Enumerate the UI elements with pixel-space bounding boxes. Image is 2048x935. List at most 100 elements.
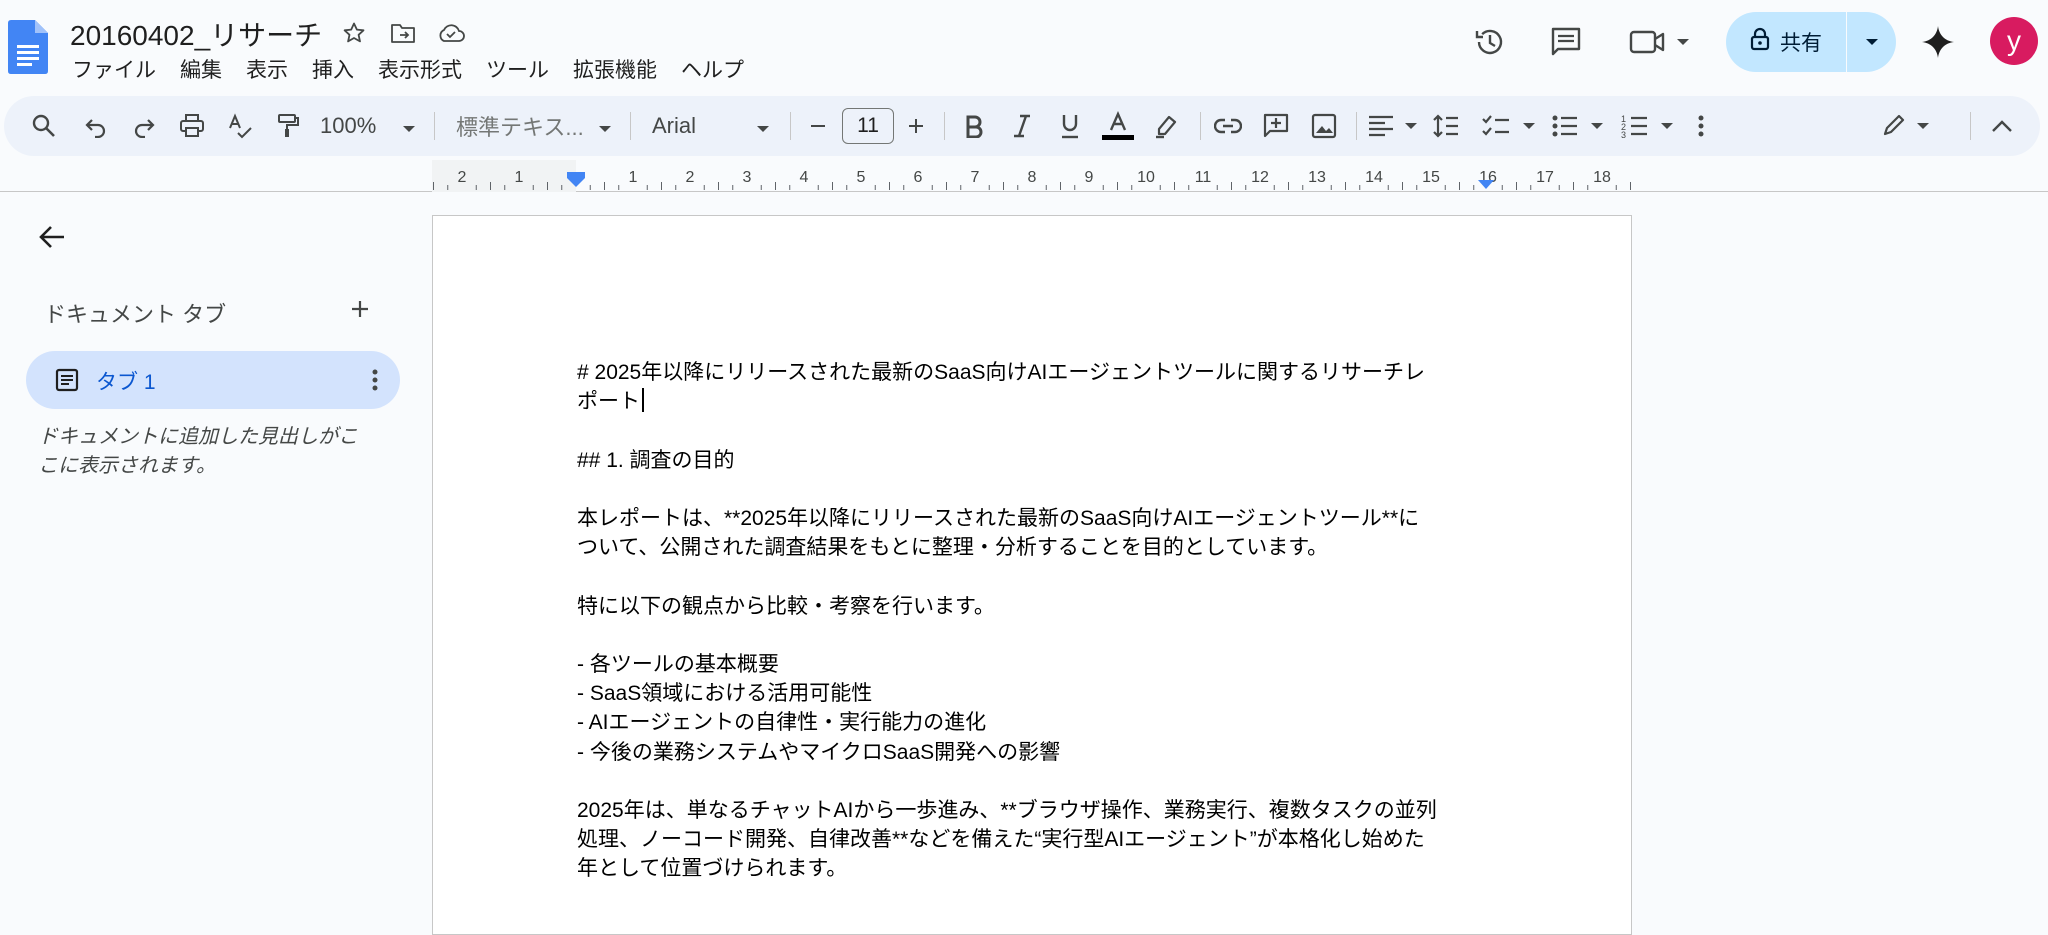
document-body[interactable]: # 2025年以降にリリースされた最新のSaaS向けAIエージェントツールに関す… [577,358,1477,884]
toolbar-divider [944,112,945,140]
bulleted-list-select[interactable] [1548,104,1610,148]
toolbar-divider [1356,112,1357,140]
add-comment-icon[interactable] [1254,104,1298,148]
ruler-label: 10 [1137,169,1155,186]
menu-format[interactable]: 表示形式 [366,50,474,88]
print-icon[interactable] [170,104,214,148]
lock-icon [1750,27,1770,57]
toolbar-divider [630,112,631,140]
comments-icon[interactable] [1544,20,1588,64]
sidebar-item-tab-1[interactable]: タブ 1 [26,351,400,409]
list-item: - 各ツールの基本概要 [577,652,779,676]
docs-logo-icon[interactable] [8,20,48,74]
menu-help[interactable]: ヘルプ [669,50,756,88]
increase-font-size-icon[interactable] [898,104,934,148]
gemini-spark-icon[interactable] [1916,20,1960,64]
search-menus-icon[interactable] [22,104,66,148]
redo-icon[interactable] [122,104,166,148]
ruler-label: 5 [857,169,866,186]
more-options-icon[interactable] [1684,104,1718,148]
share-button[interactable]: 共有 [1726,12,1896,72]
chevron-down-icon [402,121,416,139]
menu-view[interactable]: 表示 [234,50,300,88]
avatar[interactable]: y [1990,17,2038,65]
text-color-icon[interactable] [1096,104,1140,148]
back-arrow-icon[interactable] [28,213,76,261]
paragraph-line: ついて、公開された調査結果をもとに整理・分析することを目的としています。 [577,536,1329,560]
paragraph-line: 本レポートは、**2025年以降にリリースされた最新のSaaS向けAIエージェン… [577,506,1420,530]
menu-insert[interactable]: 挿入 [300,50,366,88]
svg-text:3: 3 [1621,130,1626,139]
highlight-color-icon[interactable] [1144,104,1188,148]
menu-tools[interactable]: ツール [474,50,561,88]
document-page[interactable]: # 2025年以降にリリースされた最新のSaaS向けAIエージェントツールに関す… [432,215,1632,935]
insert-image-icon[interactable] [1302,104,1346,148]
doc-title-text: ポート [577,390,640,414]
outline-hint: ドキュメントに追加した見出しがここに表示されます。 [38,426,358,477]
meet-icon[interactable] [1626,20,1696,64]
font-select[interactable]: Arial [652,104,780,148]
share-label: 共有 [1780,32,1822,55]
header: 20160402_リサーチ ファイル 編集 表示 挿入 表示形式 ツール 拡張機… [0,0,2048,92]
align-select[interactable] [1364,104,1422,148]
paragraph-line: 特に以下の観点から比較・考察を行います。 [577,594,995,618]
editing-mode-select[interactable] [1878,104,1938,148]
move-folder-icon[interactable] [388,18,418,48]
menu-file[interactable]: ファイル [60,50,168,88]
paint-format-icon[interactable] [266,104,310,148]
numbered-list-select[interactable]: 123 [1618,104,1680,148]
cloud-status-icon[interactable] [436,18,466,48]
insert-link-icon[interactable] [1206,104,1250,148]
ruler-label: 2 [458,169,467,186]
collapse-menus-icon[interactable] [1980,104,2024,148]
ruler-label: 7 [971,169,980,186]
bold-icon[interactable] [952,104,996,148]
ruler-label: 18 [1593,169,1611,186]
add-tab-icon[interactable] [340,289,380,329]
document-tabs-sidebar: ドキュメント タブ タブ 1 ドキュメントに追加した見出しがここに表示されます。 [0,193,430,912]
section-heading: ## 1. 調査の目的 [577,448,735,472]
share-dropdown[interactable] [1847,12,1896,72]
tab-label: タブ 1 [96,371,156,394]
zoom-select[interactable]: 100% [320,104,420,148]
decrease-font-size-icon[interactable] [800,104,836,148]
toolbar-divider [790,112,791,140]
checklist-select[interactable] [1478,104,1540,148]
style-select[interactable]: 標準テキス... [456,104,618,148]
ruler-label: 15 [1422,169,1440,186]
undo-icon[interactable] [74,104,118,148]
menu-extensions[interactable]: 拡張機能 [561,50,669,88]
ruler-label: 1 [629,169,638,186]
font-value: Arial [652,113,697,138]
ruler[interactable]: 2 1 1 2 3 4 5 6 7 8 9 10 11 12 13 14 15 16 17 18 [0,160,2048,192]
document-tab-icon [52,365,82,395]
italic-icon[interactable] [1000,104,1044,148]
font-size-input[interactable]: 11 [842,108,894,144]
paragraph-line: 処理、ノーコード開発、自律改善**などを備えた“実行型AIエージェント”が本格化… [577,828,1425,852]
ruler-label: 14 [1365,169,1383,186]
ruler-label: 2 [686,169,695,186]
menu-edit[interactable]: 編集 [168,50,234,88]
version-history-icon[interactable] [1468,20,1512,64]
style-value: 標準テキス... [456,115,584,140]
document-title[interactable]: 20160402_リサーチ [70,14,322,54]
ruler-label: 17 [1536,169,1554,186]
ruler-label: 13 [1308,169,1326,186]
chevron-down-icon [598,121,612,139]
ruler-label: 4 [800,169,809,186]
spellcheck-icon[interactable] [218,104,262,148]
ruler-label: 8 [1028,169,1037,186]
ruler-area[interactable]: 2 1 1 2 3 4 5 6 7 8 9 10 11 12 13 14 15 16 17 18 [432,160,1632,192]
ruler-label: 12 [1251,169,1269,186]
ruler-label: 3 [743,169,752,186]
star-icon[interactable] [339,18,369,48]
tab-more-options-icon[interactable] [356,361,394,399]
line-spacing-icon[interactable] [1424,104,1468,148]
ruler-scale: 2 1 1 2 3 4 5 6 7 8 9 10 11 12 13 14 15 16 17 18 [432,160,1631,192]
underline-icon[interactable] [1048,104,1092,148]
doc-title-line: # 2025年以降にリリースされた最新のSaaS向けAIエージェントツールに関す… [577,361,1425,384]
ruler-label: 9 [1085,169,1094,186]
share-main[interactable]: 共有 [1726,12,1846,72]
